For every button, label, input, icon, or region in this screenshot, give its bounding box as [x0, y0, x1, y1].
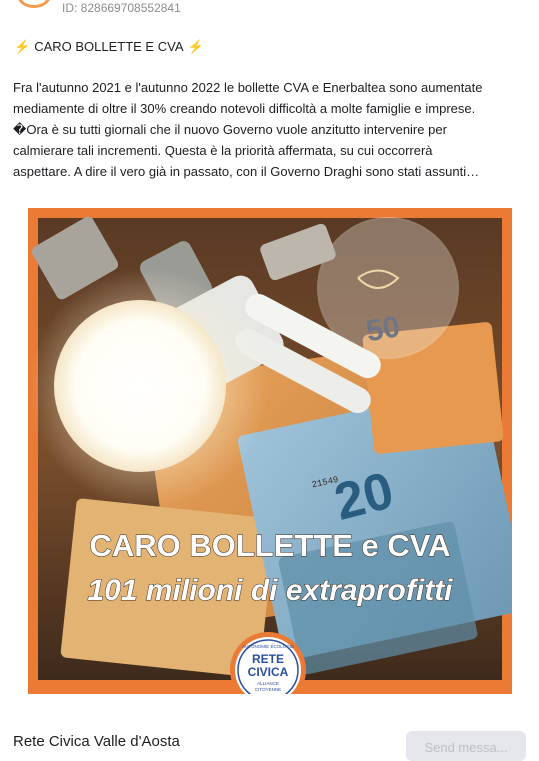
post-body-line: aspettare. A dire il vero già in passato… [13, 164, 480, 179]
post-body: Fra l'autunno 2021 e l'autunno 2022 le b… [13, 77, 528, 182]
glowing-bulb-icon [54, 300, 226, 472]
post-image-graphic: 50 20 21549 CARO BOLLETTE e CVA 101 mili… [28, 216, 512, 694]
post-body-line: calmierare tali incrementi. Questa è la … [13, 143, 433, 158]
post-title-text: CARO BOLLETTE E CVA [34, 39, 184, 54]
image-headline: CARO BOLLETTE e CVA [89, 528, 450, 563]
post-body-line: �Ora è su tutti giornali che il nuovo Go… [13, 122, 447, 137]
page-name-link[interactable]: Rete Civica Valle d'Aosta [13, 733, 180, 750]
logo-bottom1: ALLIANCE [257, 681, 279, 686]
lightning-icon: ⚡ [14, 39, 31, 54]
image-subheadline: 101 milioni di extraprofitti [87, 574, 453, 607]
logo-line2: CIVICA [248, 665, 289, 679]
lightning-icon: ⚡ [187, 39, 204, 54]
send-message-button[interactable]: Send messa... [406, 731, 526, 761]
page-id: ID: 828669708552841 [62, 1, 181, 15]
post-title: ⚡ CARO BOLLETTE E CVA ⚡ [14, 39, 204, 54]
logo-line1: RETE [252, 652, 284, 666]
post-body-line: Fra l'autunno 2021 e l'autunno 2022 le b… [13, 80, 483, 95]
post-body-line: mediamente di oltre il 30% creando notev… [13, 101, 476, 116]
post-image[interactable]: 50 20 21549 CARO BOLLETTE e CVA 101 mili… [28, 208, 512, 694]
page-avatar[interactable] [17, 0, 51, 8]
logo-top-text: AUTONOMIE ÉCOLOGIE [242, 643, 294, 649]
logo-bottom2: CITOYENNE [255, 687, 281, 692]
